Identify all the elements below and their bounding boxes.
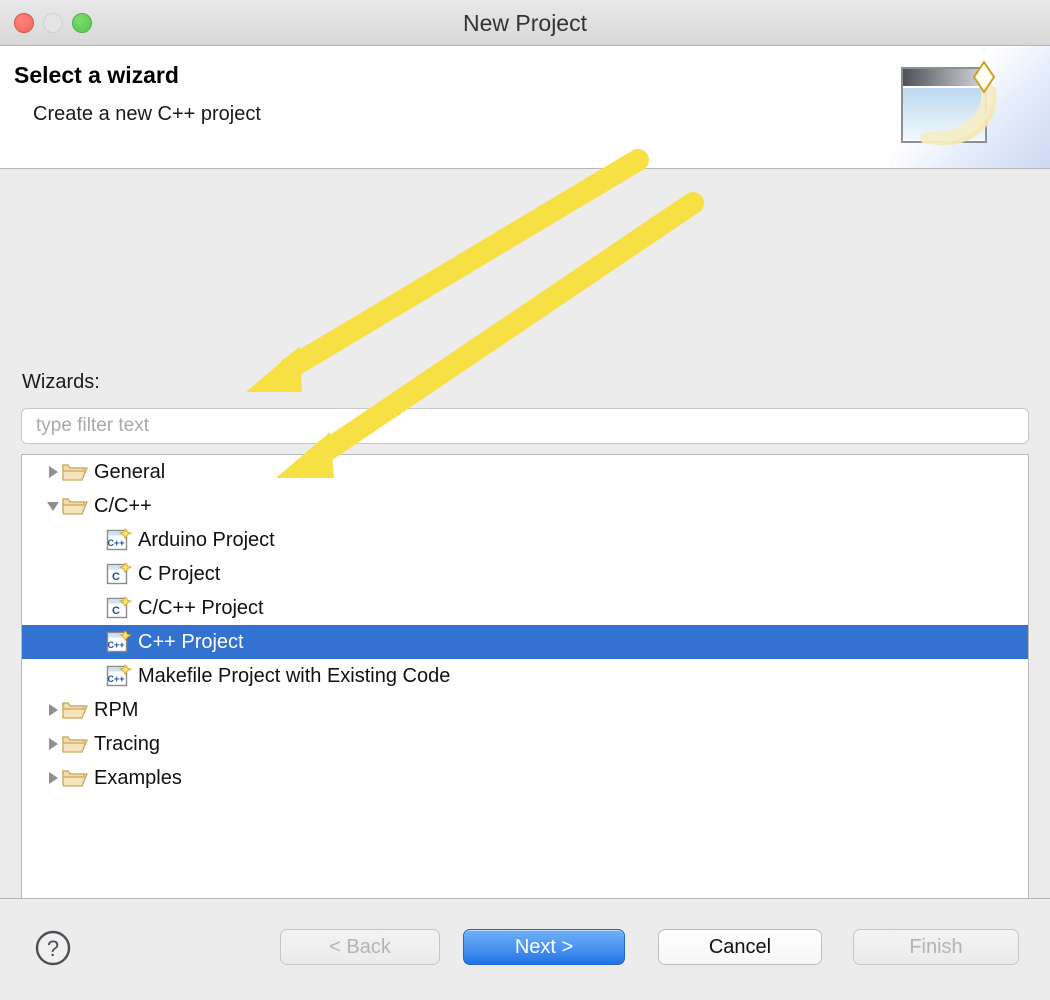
tree-row-label: Makefile Project with Existing Code [138,665,451,687]
tree-row-c-c-project[interactable]: C C/C++ Project [22,591,1028,625]
folder-icon [62,464,88,481]
tree-row-general[interactable]: General [22,455,1028,489]
tree-row-label: C/C++ [94,495,152,517]
svg-text:C: C [112,571,120,583]
page-title: Select a wizard [14,62,179,88]
svg-text:C: C [112,605,120,617]
svg-text:C++: C++ [107,538,124,548]
finish-button[interactable]: Finish [853,929,1019,965]
chevron-right-icon[interactable] [44,727,62,761]
dialog-body: Wizards: General C/C++ C++ Arduino Proje… [0,169,1050,936]
tree-row-label: Tracing [94,733,160,755]
tree-row-rpm[interactable]: RPM [22,693,1028,727]
tree-row-c-project[interactable]: C C Project [22,557,1028,591]
tree-row-label: General [94,461,166,483]
c-project-icon: C [106,562,132,585]
window-title: New Project [463,10,587,36]
filter-input[interactable] [21,408,1029,444]
svg-text:C++: C++ [107,674,124,684]
tree-row-label: RPM [94,699,139,721]
tree-row-label: C Project [138,563,221,585]
next-button[interactable]: Next > [463,929,625,965]
wizard-tree[interactable]: General C/C++ C++ Arduino Project C C Pr… [21,454,1029,936]
cpp-project-icon: C++ [106,528,132,551]
folder-icon [62,736,88,753]
chevron-right-icon[interactable] [44,693,62,727]
tree-row-makefile-project-with-existing-code[interactable]: C++ Makefile Project with Existing Code [22,659,1028,693]
wizard-banner: Select a wizard Create a new C++ project [0,46,1050,169]
dialog-footer: ? < Back Next > Cancel Finish [0,898,1050,1000]
tree-row-tracing[interactable]: Tracing [22,727,1028,761]
new-project-wizard-icon [890,46,1050,168]
c-project-icon: C [106,596,132,619]
window-titlebar: New Project [0,0,1050,46]
chevron-down-icon[interactable] [44,489,62,523]
tree-row-label: Examples [94,767,182,789]
tree-row-c-project[interactable]: C++ C++ Project [22,625,1028,659]
help-icon: ? [35,930,71,966]
tree-row-label: C++ Project [138,631,244,653]
new-project-dialog: New Project Select a wizard Create a new… [0,0,1050,1000]
tree-row-arduino-project[interactable]: C++ Arduino Project [22,523,1028,557]
chevron-right-icon[interactable] [44,761,62,795]
cpp-project-icon: C++ [106,630,132,653]
folder-icon [62,770,88,787]
tree-row-c-c[interactable]: C/C++ [22,489,1028,523]
cancel-button[interactable]: Cancel [658,929,822,965]
folder-icon [62,498,88,515]
svg-text:C++: C++ [107,640,124,650]
page-description: Create a new C++ project [33,103,261,125]
back-button[interactable]: < Back [280,929,440,965]
tree-row-label: C/C++ Project [138,597,264,619]
chevron-right-icon[interactable] [44,455,62,489]
tree-row-label: Arduino Project [138,529,275,551]
cpp-project-icon: C++ [106,664,132,687]
help-button[interactable]: ? [34,929,72,967]
tree-row-examples[interactable]: Examples [22,761,1028,795]
folder-icon [62,702,88,719]
wizards-label: Wizards: [22,371,100,393]
svg-text:?: ? [47,936,59,961]
